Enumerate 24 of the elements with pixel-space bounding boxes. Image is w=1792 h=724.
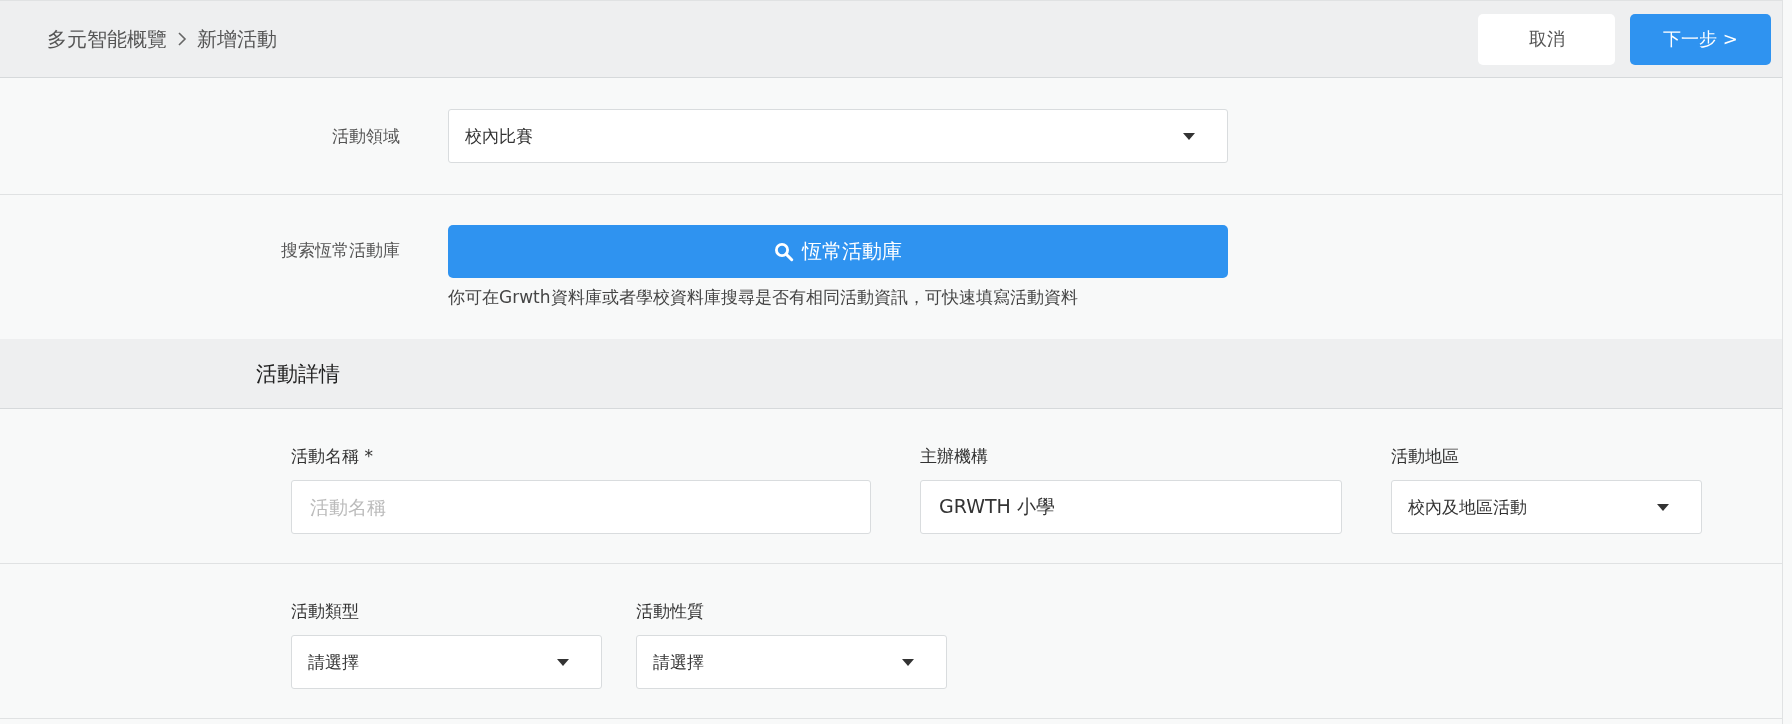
field-label: 搜索恆常活動庫: [280, 239, 400, 262]
field-label: 主辦機構: [920, 445, 989, 468]
select-field[interactable]: 請選擇: [636, 635, 947, 689]
caret-icon: [902, 658, 914, 666]
caret-icon: [1183, 132, 1195, 140]
field-label: 活動性質: [636, 600, 705, 623]
caret-icon: [1657, 503, 1669, 511]
caret-icon: [557, 658, 569, 666]
select-field[interactable]: 校內比賽: [448, 109, 1228, 163]
hint-text: 你可在Grwth資料庫或者學校資料庫搜尋是否有相同活動資訊，可快速填寫活動資料: [448, 286, 1079, 309]
field-label: 活動領域: [331, 124, 400, 148]
chevron-right-icon: [177, 32, 187, 46]
section-title: 活動詳情: [256, 360, 340, 388]
breadcrumb-item: 新增活動: [197, 25, 277, 53]
search-icon: [774, 241, 794, 262]
input-field[interactable]: GRWTH 小學: [920, 480, 1342, 534]
field-label: 活動類型: [291, 600, 360, 623]
select-field[interactable]: 請選擇: [291, 635, 602, 689]
input-field[interactable]: 活動名稱: [291, 480, 871, 534]
field-label: 活動地區: [1391, 445, 1460, 468]
breadcrumb-item[interactable]: 多元智能概覽: [47, 25, 167, 53]
field-label: 活動名稱 *: [291, 445, 374, 468]
cancel-button[interactable]: 取消: [1478, 13, 1615, 65]
select-field[interactable]: 校內及地區活動: [1391, 480, 1702, 534]
